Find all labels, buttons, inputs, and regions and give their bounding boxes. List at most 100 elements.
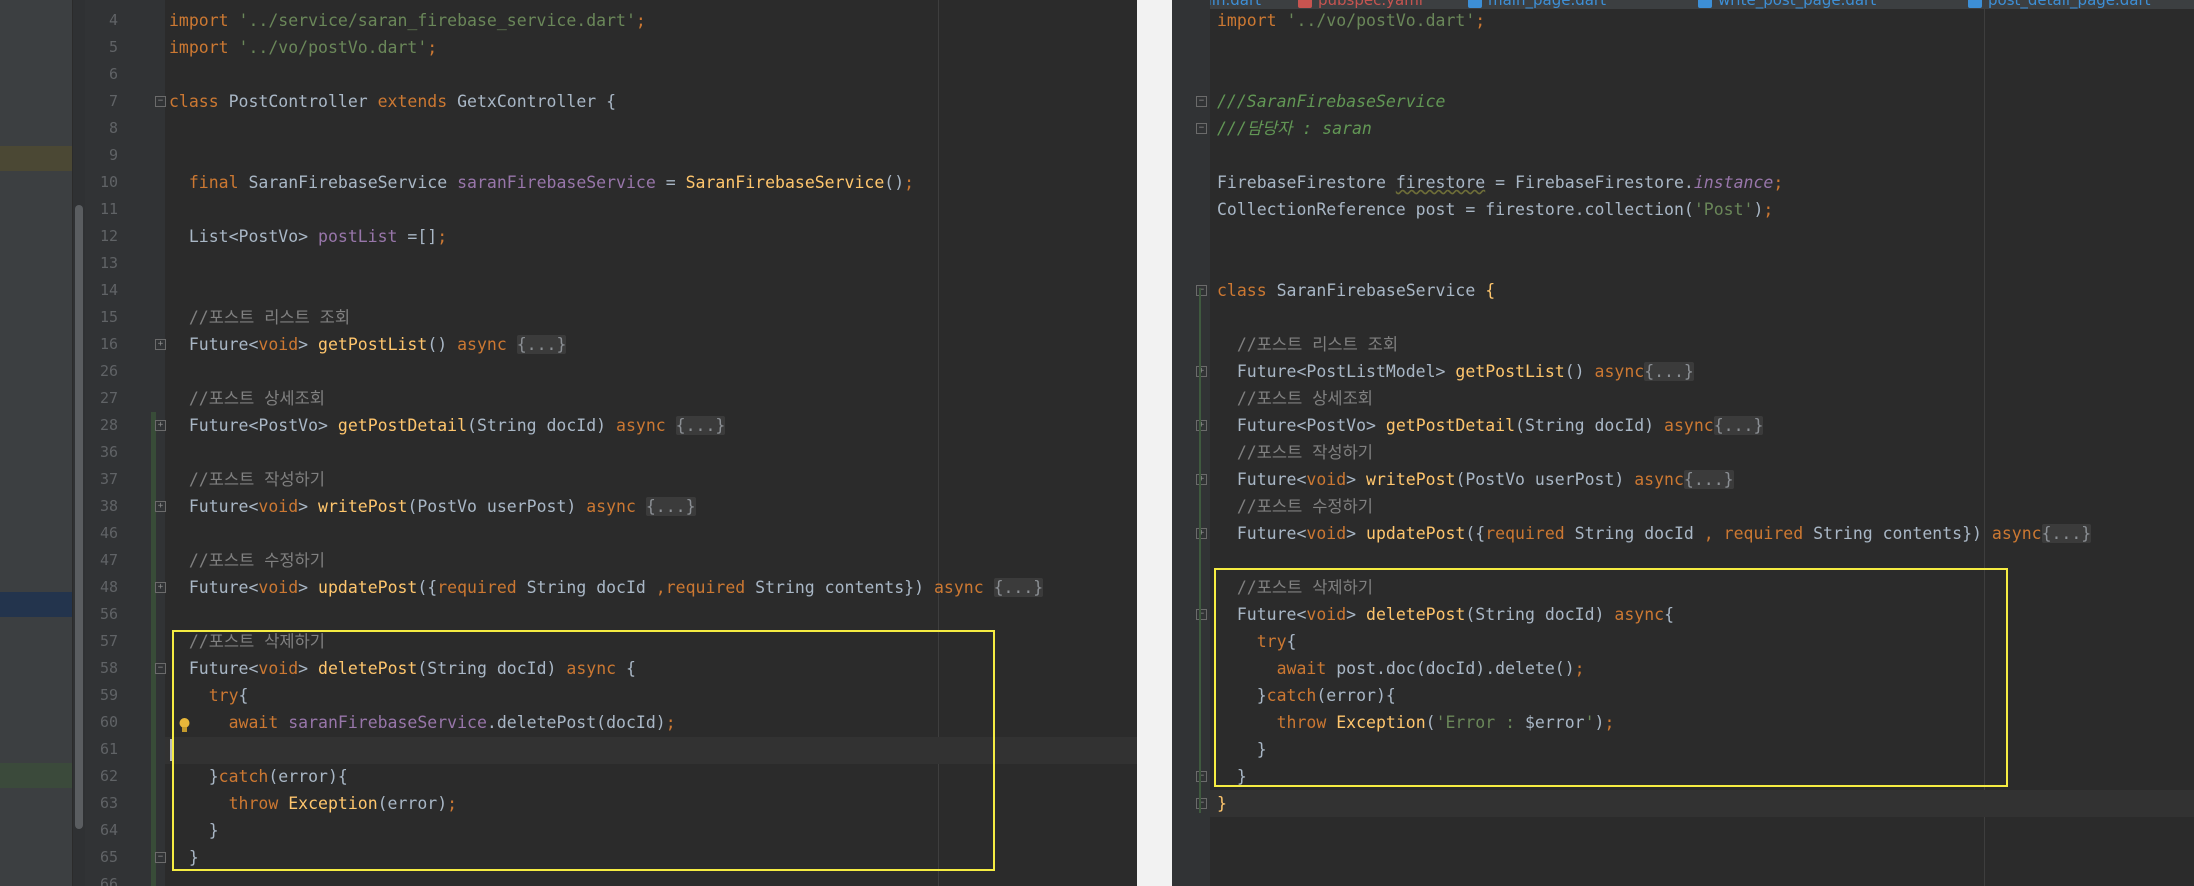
code-line[interactable]: class SaranFirebaseService { — [1217, 277, 1495, 304]
code-token: GetxController { — [457, 91, 617, 111]
fold-toggle-icon[interactable]: − — [155, 851, 166, 863]
fold-toggle-icon[interactable]: − — [1196, 798, 1207, 809]
code-line[interactable]: ///SaranFirebaseService — [1217, 88, 1445, 115]
code-token: Future< — [1217, 524, 1307, 543]
editor-tab[interactable]: write_post_page.dart — [1698, 0, 1876, 9]
vcs-change-marker[interactable] — [1199, 288, 1201, 813]
tab-label: main_page.dart — [1488, 0, 1606, 9]
code-line[interactable]: //포스트 작성하기 — [1217, 439, 1373, 466]
code-token: updatePost — [1366, 524, 1466, 543]
fold-toggle-icon[interactable]: + — [1196, 420, 1207, 431]
code-token: } — [1217, 794, 1227, 813]
code-line[interactable]: import '../service/saran_firebase_servic… — [169, 7, 646, 34]
code-token: 'Post' — [1693, 200, 1754, 219]
fold-toggle-icon[interactable]: + — [155, 581, 166, 593]
editor-tab[interactable]: main_page.dart — [1468, 0, 1606, 9]
code-token: '../vo/postVo.dart' — [238, 37, 428, 57]
code-token: ///담당자 : saran — [1217, 119, 1372, 138]
fold-toggle-icon[interactable]: − — [1196, 123, 1207, 134]
vcs-change-marker[interactable] — [151, 789, 156, 817]
fold-toggle-icon[interactable]: + — [155, 500, 166, 512]
code-token: //포스트 수정하기 — [1217, 497, 1373, 516]
fold-toggle-icon[interactable]: − — [1196, 771, 1207, 782]
code-line[interactable]: //포스트 리스트 조회 — [1217, 331, 1398, 358]
code-token: '../vo/postVo.dart' — [1286, 11, 1476, 30]
code-line[interactable]: } — [1217, 790, 1227, 817]
code-token: Future< — [169, 496, 259, 516]
line-number: 13 — [99, 253, 118, 272]
code-line[interactable]: Future<PostListModel> getPostList() asyn… — [1217, 358, 1694, 385]
code-line[interactable]: CollectionReference post = firestore.col… — [1217, 196, 1773, 223]
fold-toggle-icon[interactable]: + — [155, 338, 166, 350]
line-number: 62 — [99, 766, 118, 785]
fold-toggle-icon[interactable]: − — [155, 662, 166, 674]
code-token: ) — [1753, 200, 1764, 219]
fold-toggle-icon[interactable]: − — [1196, 609, 1207, 620]
code-line[interactable]: List<PostVo> postList =[]; — [169, 223, 447, 250]
vcs-change-marker[interactable] — [151, 465, 156, 493]
fold-toggle-icon[interactable]: + — [1196, 474, 1207, 485]
code-token: class — [169, 91, 229, 111]
code-line[interactable]: //포스트 수정하기 — [1217, 493, 1373, 520]
line-number: 36 — [99, 442, 118, 461]
code-token: SaranFirebaseService — [1276, 281, 1486, 300]
vcs-change-marker[interactable] — [151, 600, 156, 628]
code-line[interactable]: import '../vo/postVo.dart'; — [169, 34, 437, 61]
fold-toggle-icon[interactable]: + — [155, 419, 166, 431]
vcs-change-marker[interactable] — [151, 438, 156, 466]
code-token: String docId — [1574, 524, 1704, 543]
vcs-change-marker[interactable] — [151, 519, 156, 547]
fold-toggle-icon[interactable]: − — [1196, 96, 1207, 107]
fold-toggle-icon[interactable]: − — [1196, 285, 1207, 296]
current-line-highlight — [1210, 790, 2194, 817]
fold-toggle-icon[interactable]: − — [155, 95, 166, 107]
vcs-change-marker[interactable] — [151, 627, 156, 655]
code-token: class — [1217, 281, 1277, 300]
code-line[interactable]: //포스트 수정하기 — [169, 547, 325, 574]
code-token: postList — [318, 226, 398, 246]
vcs-change-marker[interactable] — [151, 708, 156, 736]
code-token: void — [1306, 524, 1347, 543]
code-token: ({ — [417, 577, 438, 597]
pane-divider[interactable] — [1137, 0, 1172, 886]
code-line[interactable]: Future<void> getPostList() async {...} — [169, 331, 567, 358]
code-line[interactable]: //포스트 상세조회 — [1217, 385, 1373, 412]
code-line[interactable]: Future<PostVo> getPostDetail(String docI… — [1217, 412, 1764, 439]
editor-tab[interactable]: post_detail_page.dart — [1968, 0, 2151, 9]
fold-toggle-icon[interactable]: + — [1196, 528, 1207, 539]
code-token: (PostVo userPost) — [1455, 470, 1635, 489]
code-line[interactable]: import '../vo/postVo.dart'; — [1217, 7, 1485, 34]
code-token: > — [1346, 470, 1367, 489]
code-line[interactable]: ///담당자 : saran — [1217, 115, 1372, 142]
line-number: 16 — [99, 334, 118, 353]
line-number: 38 — [99, 496, 118, 515]
code-token: async — [1664, 416, 1714, 435]
code-token: //포스트 수정하기 — [169, 550, 325, 570]
vcs-change-marker[interactable] — [151, 870, 156, 886]
code-line[interactable]: class PostController extends GetxControl… — [169, 88, 616, 115]
code-line[interactable]: FirebaseFirestore firestore = FirebaseFi… — [1217, 169, 1783, 196]
vcs-change-marker[interactable] — [151, 681, 156, 709]
line-number: 27 — [99, 388, 118, 407]
code-line[interactable]: Future<void> writePost(PostVo userPost) … — [169, 493, 696, 520]
vcs-change-marker[interactable] — [151, 735, 156, 763]
left-editor-pane: 4 import '../service/saran_firebase_servi… — [0, 0, 1137, 886]
code-token: Future<PostVo> — [169, 415, 338, 435]
code-line[interactable]: //포스트 작성하기 — [169, 466, 325, 493]
left-scrollbar-thumb[interactable] — [75, 205, 83, 829]
fold-toggle-icon[interactable]: + — [1196, 366, 1207, 377]
strip-change-marker — [0, 763, 72, 788]
vcs-change-marker[interactable] — [151, 546, 156, 574]
code-line[interactable]: //포스트 리스트 조회 — [169, 304, 350, 331]
vcs-change-marker[interactable] — [151, 816, 156, 844]
code-line[interactable]: Future<PostVo> getPostDetail(String docI… — [169, 412, 726, 439]
code-token: (String docId) — [1515, 416, 1665, 435]
code-line[interactable]: Future<void> updatePost({required String… — [1217, 520, 2092, 547]
code-line[interactable]: Future<void> updatePost({required String… — [169, 574, 1044, 601]
line-number: 47 — [99, 550, 118, 569]
code-line[interactable]: final SaranFirebaseService saranFirebase… — [169, 169, 914, 196]
vcs-change-marker[interactable] — [151, 762, 156, 790]
code-line[interactable]: //포스트 상세조회 — [169, 385, 325, 412]
code-line[interactable]: Future<void> writePost(PostVo userPost) … — [1217, 466, 1734, 493]
code-token: getPostDetail — [1385, 416, 1516, 435]
